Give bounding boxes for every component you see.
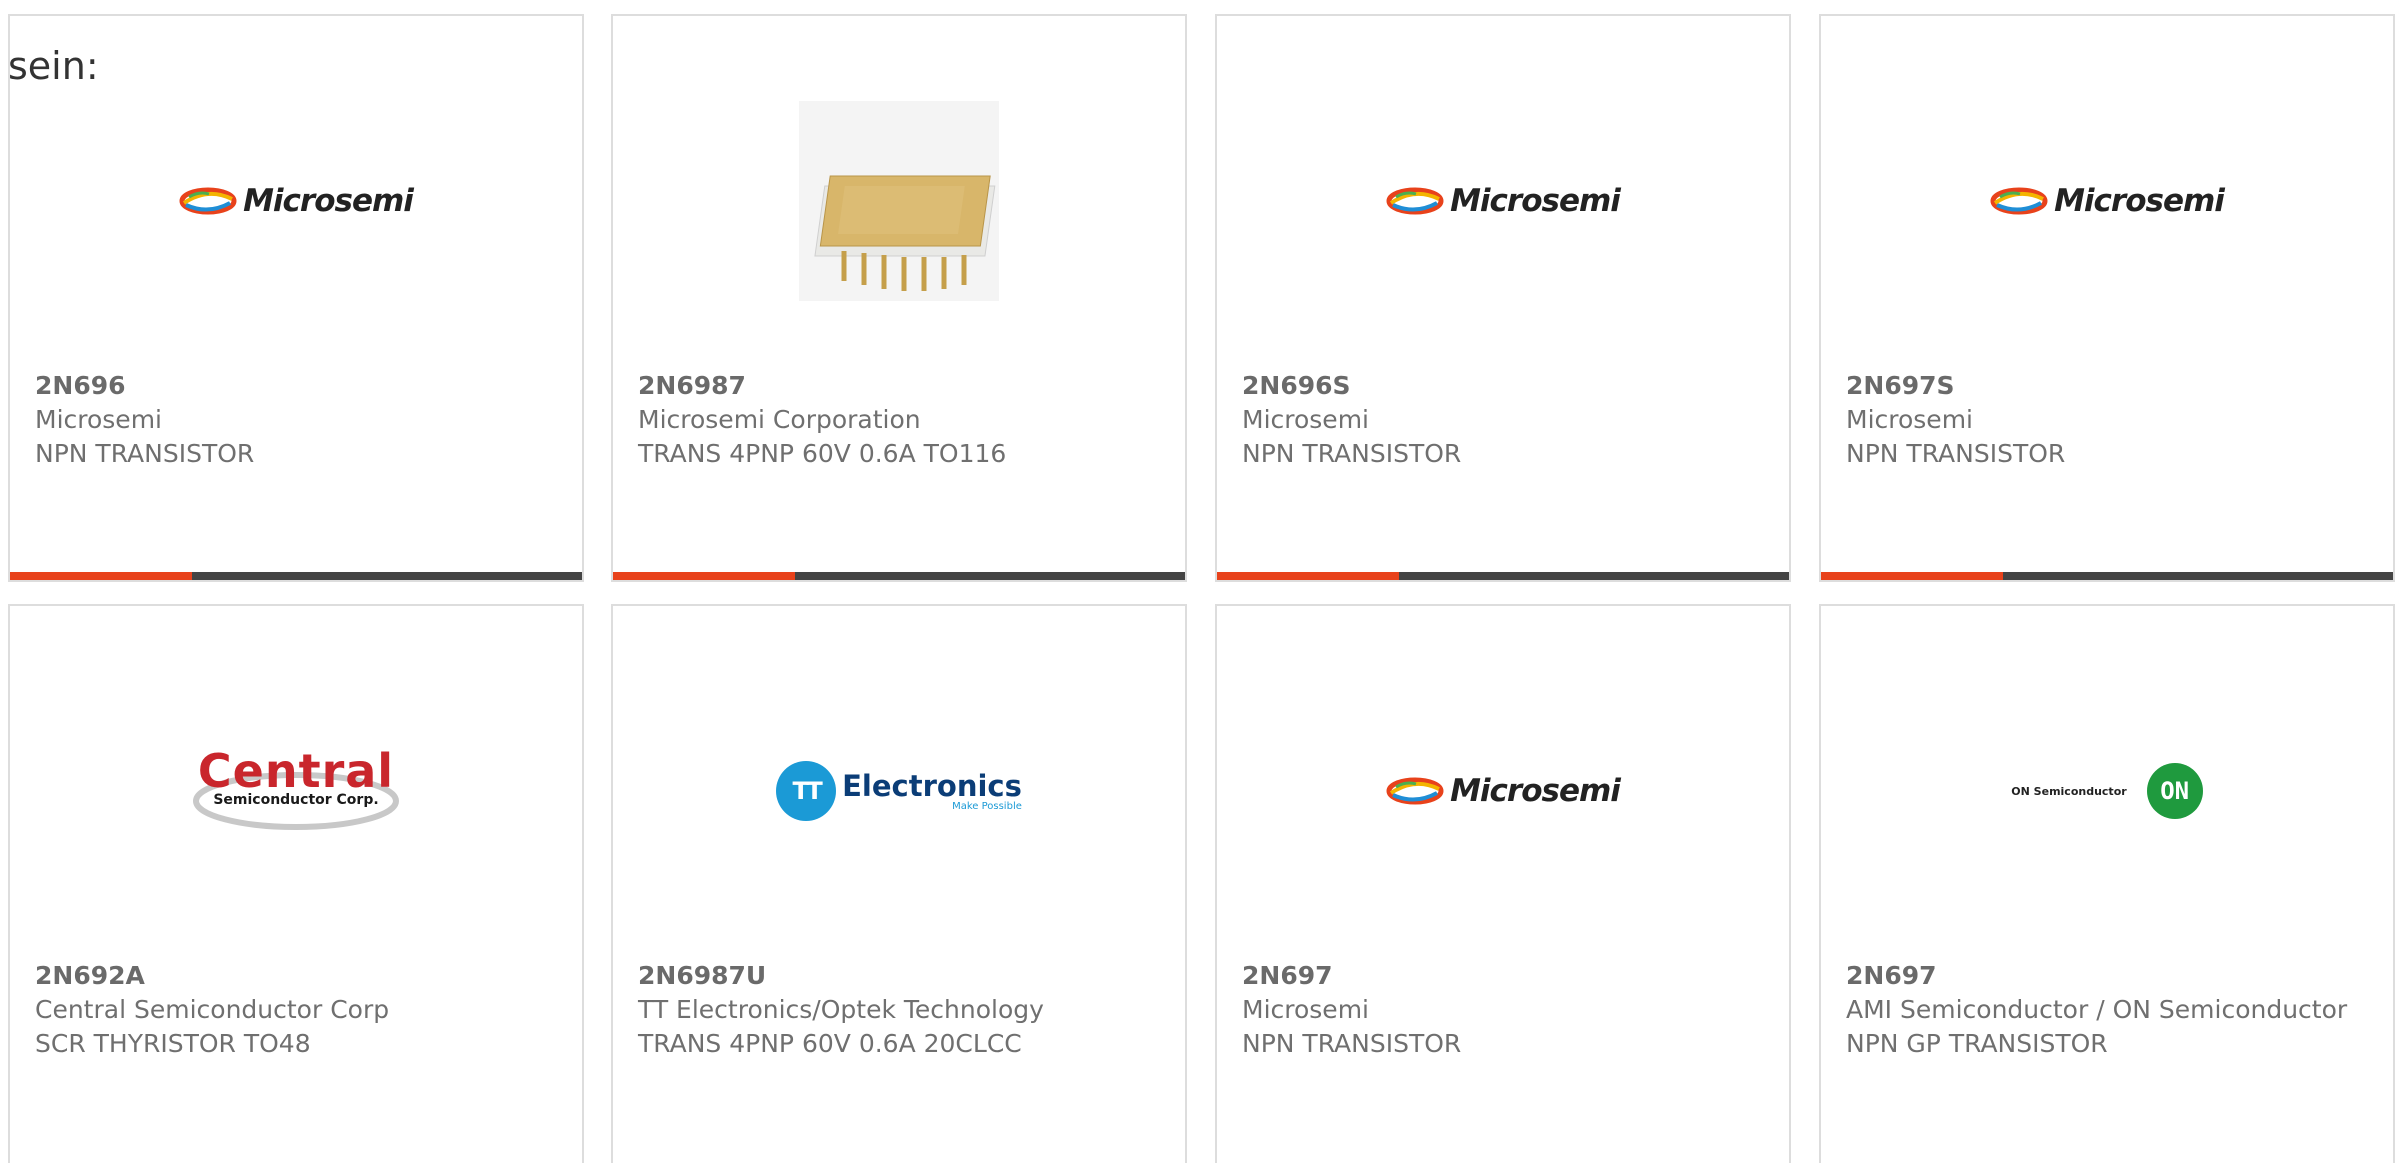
central-subtitle: Semiconductor Corp. [213, 792, 379, 808]
product-logo: Microsemi [1217, 76, 1789, 326]
intro-text: sein: [8, 44, 99, 88]
tt-wordmark: Electronics [842, 768, 1022, 803]
description: NPN TRANSISTOR [1242, 439, 1462, 468]
product-logo: ON Semiconductor ON [1821, 666, 2393, 916]
microsemi-wordmark: Microsemi [243, 183, 414, 219]
on-semiconductor-logo: ON Semiconductor ON [2011, 763, 2203, 819]
description: NPN TRANSISTOR [1846, 439, 2066, 468]
microsemi-wordmark: Microsemi [1450, 183, 1621, 219]
manufacturer: AMI Semiconductor / ON Semiconductor [1846, 995, 2348, 1024]
part-number[interactable]: 2N697 [1846, 959, 2369, 993]
part-number[interactable]: 2N692A [35, 959, 558, 993]
manufacturer: Microsemi [1846, 405, 1973, 434]
product-card[interactable]: Microsemi 2N697S Microsemi NPN TRANSISTO… [1819, 14, 2395, 582]
description: TRANS 4PNP 60V 0.6A TO116 [638, 439, 1007, 468]
on-mark-icon: ON [2146, 763, 2203, 819]
card-accent-bar [1217, 572, 1789, 580]
on-semiconductor-wordmark: ON Semiconductor [2011, 784, 2127, 798]
part-number[interactable]: 2N697 [1242, 959, 1765, 993]
product-logo: Microsemi [10, 76, 582, 326]
manufacturer: Microsemi [35, 405, 162, 434]
product-logo: TT Electronics Make Possible [613, 666, 1185, 916]
manufacturer: TT Electronics/Optek Technology [638, 995, 1044, 1024]
description: NPN TRANSISTOR [35, 439, 255, 468]
product-logo: Central Semiconductor Corp. [10, 666, 582, 916]
tt-electronics-logo: TT Electronics Make Possible [776, 761, 1022, 821]
chip-image-icon [799, 101, 999, 301]
microsemi-wordmark: Microsemi [2054, 183, 2225, 219]
central-wordmark: Central [197, 744, 395, 798]
microsemi-swoosh-icon [1386, 187, 1444, 215]
product-grid-page: sein: Microsemi 2N696 Microsemi NPN TRAN… [0, 0, 2400, 1163]
central-logo: Central Semiconductor Corp. [191, 746, 401, 836]
product-card[interactable]: 2N6987 Microsemi Corporation TRANS 4PNP … [611, 14, 1187, 582]
microsemi-swoosh-icon [1386, 777, 1444, 805]
manufacturer: Microsemi [1242, 405, 1369, 434]
card-accent-bar [1821, 572, 2393, 580]
manufacturer: Microsemi Corporation [638, 405, 921, 434]
description: TRANS 4PNP 60V 0.6A 20CLCC [638, 1029, 1022, 1058]
product-card[interactable]: Microsemi 2N696S Microsemi NPN TRANSISTO… [1215, 14, 1791, 582]
product-logo: Microsemi [1821, 76, 2393, 326]
microsemi-wordmark: Microsemi [1450, 773, 1621, 809]
card-accent-bar [10, 572, 582, 580]
part-number[interactable]: 2N696S [1242, 369, 1765, 403]
description: NPN GP TRANSISTOR [1846, 1029, 2108, 1058]
description: SCR THYRISTOR TO48 [35, 1029, 311, 1058]
product-card[interactable]: TT Electronics Make Possible 2N6987U TT … [611, 604, 1187, 1163]
product-card[interactable]: Microsemi 2N696 Microsemi NPN TRANSISTOR [8, 14, 584, 582]
microsemi-swoosh-icon [179, 187, 237, 215]
microsemi-swoosh-icon [1990, 187, 2048, 215]
part-number[interactable]: 2N697S [1846, 369, 2369, 403]
product-logo: Microsemi [1217, 666, 1789, 916]
manufacturer: Microsemi [1242, 995, 1369, 1024]
description: NPN TRANSISTOR [1242, 1029, 1462, 1058]
card-accent-bar [613, 572, 1185, 580]
product-card[interactable]: Microsemi 2N697 Microsemi NPN TRANSISTOR [1215, 604, 1791, 1163]
manufacturer: Central Semiconductor Corp [35, 995, 390, 1024]
part-number[interactable]: 2N6987U [638, 959, 1161, 993]
product-image [613, 76, 1185, 326]
part-number[interactable]: 2N696 [35, 369, 558, 403]
product-card[interactable]: Central Semiconductor Corp. 2N692A Centr… [8, 604, 584, 1163]
product-card[interactable]: ON Semiconductor ON 2N697 AMI Semiconduc… [1819, 604, 2395, 1163]
part-number[interactable]: 2N6987 [638, 369, 1161, 403]
tt-mark-icon: TT [776, 761, 837, 821]
